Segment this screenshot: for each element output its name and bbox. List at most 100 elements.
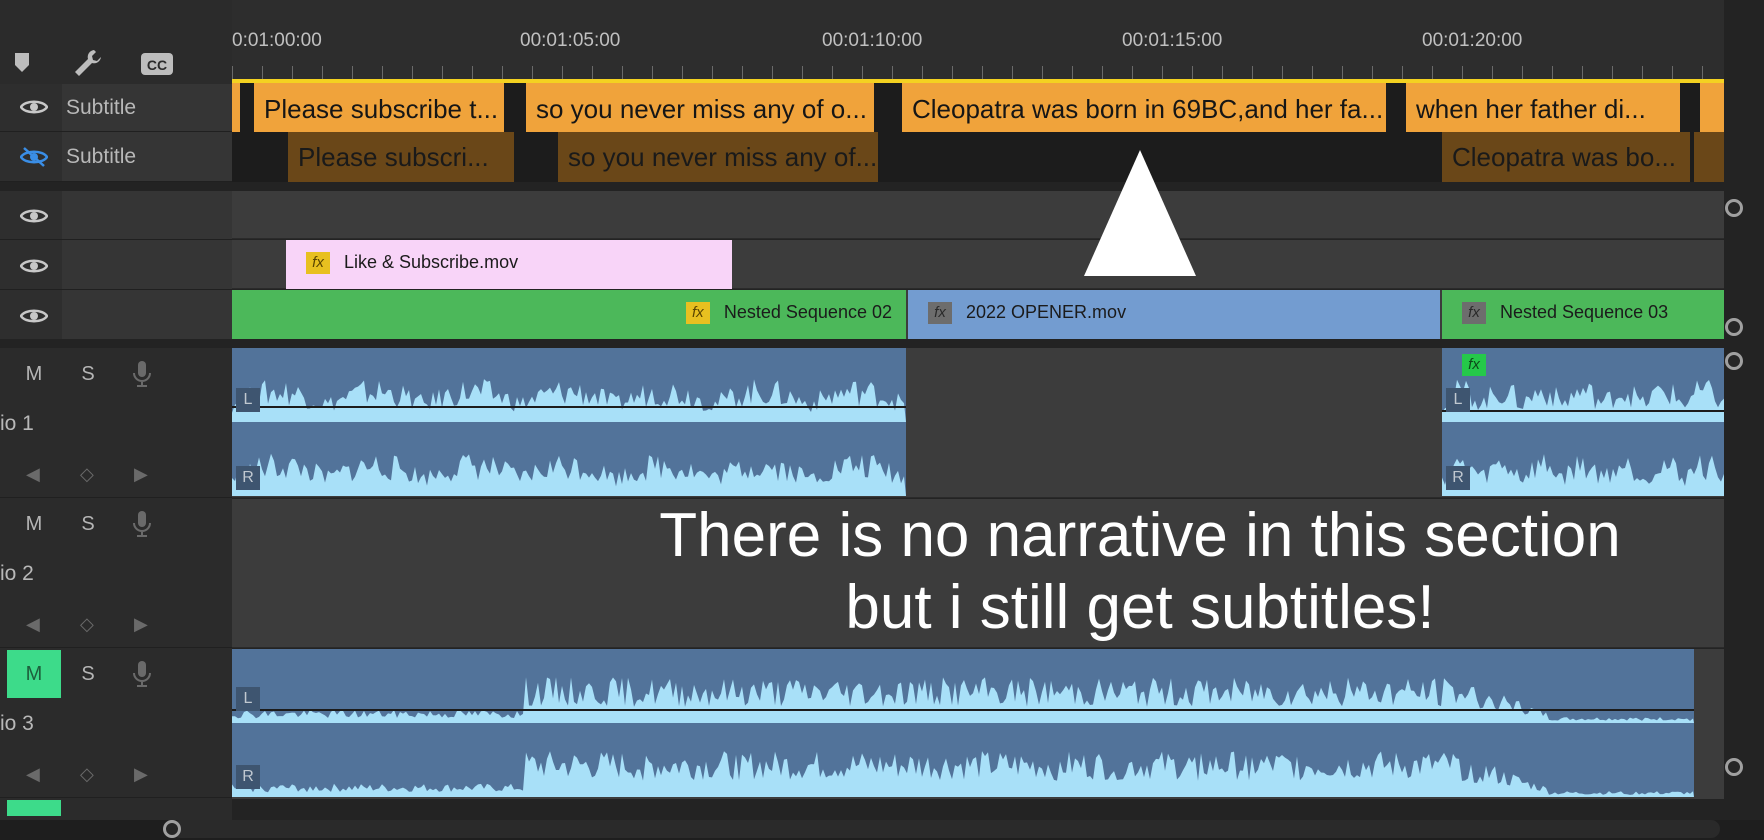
fx-badge: fx — [1462, 354, 1486, 376]
next-keyframe-icon[interactable]: ▶ — [134, 464, 148, 485]
channel-right-label: R — [236, 765, 260, 789]
solo-button[interactable]: S — [74, 660, 102, 688]
channel-left-label: L — [1446, 388, 1470, 412]
clip-name: Like & Subscribe.mov — [344, 252, 519, 272]
audio-track-3-header: M S io 3 ◀ ◇ ▶ — [0, 648, 232, 798]
fx-badge: fx — [306, 252, 330, 275]
ruler-timecode: 00:01:10:00 — [822, 30, 923, 51]
ruler-timecode: 00:01:20:00 — [1422, 30, 1523, 51]
marker-icon[interactable] — [14, 52, 30, 74]
video-track-2: fx Like & Subscribe.mov — [232, 240, 1724, 289]
caption-clip[interactable]: so you never miss any of... — [558, 132, 878, 182]
overlay-line-2: but i still get subtitles! — [845, 573, 1435, 642]
add-keyframe-icon[interactable]: ◇ — [80, 764, 94, 785]
eye-icon[interactable] — [19, 307, 49, 325]
mute-button-active[interactable]: M — [7, 650, 61, 698]
caption-clip[interactable]: when her father di... — [1406, 83, 1680, 132]
audio-track-3-name: io 3 — [0, 712, 34, 735]
clip-name: Nested Sequence 03 — [1500, 302, 1669, 322]
fx-badge: fx — [928, 302, 952, 325]
video-clip-like-subscribe[interactable]: fx Like & Subscribe.mov — [286, 240, 732, 289]
mute-button[interactable]: M — [20, 510, 48, 538]
horizontal-scrollbar[interactable] — [0, 820, 1764, 840]
solo-button[interactable]: S — [74, 510, 102, 538]
vertical-scroll-knob[interactable] — [1725, 199, 1743, 217]
vertical-scroll-knob[interactable] — [1725, 352, 1743, 370]
wrench-icon[interactable] — [72, 48, 104, 78]
microphone-icon[interactable] — [132, 660, 152, 688]
previous-keyframe-icon[interactable]: ◀ — [26, 614, 40, 635]
closed-caption-icon[interactable]: CC — [140, 52, 174, 76]
fx-badge: fx — [685, 302, 710, 325]
mute-button[interactable]: M — [20, 360, 48, 388]
time-ruler[interactable]: 0:01:00:00 00:01:05:00 00:01:10:00 00:01… — [232, 0, 1724, 80]
waveform-left — [232, 677, 1694, 723]
caption-clip[interactable]: Cleopatra was born in 69BC,and her fa... — [902, 83, 1386, 132]
vertical-scroll-knob[interactable] — [1725, 758, 1743, 776]
subtitle-track-1-header: Subtitle — [0, 84, 232, 132]
audio-track-4-mute-partial[interactable] — [7, 800, 61, 816]
waveform-right — [232, 453, 906, 496]
solo-button[interactable]: S — [74, 360, 102, 388]
caption-clip[interactable]: Cleopatra was bo... — [1442, 132, 1690, 182]
waveform-right — [232, 751, 1694, 797]
ruler-timecode: 00:01:15:00 — [1122, 30, 1223, 51]
audio-clip[interactable]: L R — [232, 649, 1694, 797]
add-keyframe-icon[interactable]: ◇ — [80, 614, 94, 635]
eye-hidden-icon[interactable] — [19, 147, 49, 167]
channel-right-label: R — [236, 466, 260, 490]
video-clip-nested-sequence-02[interactable]: fx Nested Sequence 02 — [232, 290, 906, 339]
caption-clip[interactable] — [1694, 132, 1724, 182]
eye-icon[interactable] — [19, 207, 49, 225]
subtitle-track-2: Please subscri... so you never miss any … — [232, 132, 1724, 182]
audio-clip[interactable]: L R — [232, 348, 906, 496]
next-keyframe-icon[interactable]: ▶ — [134, 764, 148, 785]
caption-clip[interactable] — [232, 83, 240, 132]
add-keyframe-icon[interactable]: ◇ — [80, 464, 94, 485]
ruler-timecode: 00:01:05:00 — [520, 30, 621, 51]
video-clip-2022-opener[interactable]: fx 2022 OPENER.mov — [908, 290, 1440, 339]
channel-right-label: R — [1446, 466, 1470, 490]
audio-track-2-name: io 2 — [0, 562, 34, 585]
microphone-icon[interactable] — [132, 510, 152, 538]
video-track-1-header — [0, 290, 232, 340]
audio-track-1: L R fx L R — [232, 348, 1724, 498]
eye-icon[interactable] — [19, 98, 49, 116]
caption-clip[interactable]: Please subscribe t... — [254, 83, 504, 132]
microphone-icon[interactable] — [132, 360, 152, 388]
waveform-right — [1442, 454, 1724, 496]
pointer-arrow-icon — [1084, 150, 1196, 276]
video-track-2-header — [0, 240, 232, 290]
clip-name: Nested Sequence 02 — [723, 302, 892, 322]
caption-clip[interactable]: so you never miss any of o... — [526, 83, 874, 132]
overlay-line-1: There is no narrative in this section — [659, 501, 1621, 570]
track-separator — [0, 182, 1764, 191]
subtitle-track-1-label: Subtitle — [66, 96, 137, 119]
fx-badge: fx — [1462, 302, 1486, 325]
audio-track-2-header: M S io 2 ◀ ◇ ▶ — [0, 498, 232, 648]
track-separator — [0, 339, 1764, 348]
audio-track-3: L R — [232, 649, 1724, 799]
audio-track-1-header: M S io 1 ◀ ◇ ▶ — [0, 348, 232, 498]
ruler-ticks — [232, 66, 1724, 80]
channel-left-label: L — [236, 687, 260, 711]
video-clip-nested-sequence-03[interactable]: fx Nested Sequence 03 — [1442, 290, 1724, 339]
previous-keyframe-icon[interactable]: ◀ — [26, 764, 40, 785]
waveform-left — [232, 379, 906, 422]
audio-track-1-name: io 1 — [0, 412, 34, 435]
caption-clip[interactable]: Please subscri... — [288, 132, 514, 182]
audio-clip[interactable]: fx L R — [1442, 348, 1724, 496]
video-track-3-header — [0, 191, 232, 240]
horizontal-scroll-knob[interactable] — [163, 820, 181, 838]
previous-keyframe-icon[interactable]: ◀ — [26, 464, 40, 485]
subtitle-track-2-header: Subtitle — [0, 132, 232, 182]
subtitle-track-1: Please subscribe t... so you never miss … — [232, 83, 1724, 132]
subtitle-track-2-label: Subtitle — [66, 145, 137, 168]
eye-icon[interactable] — [19, 257, 49, 275]
caption-clip[interactable] — [1700, 83, 1724, 132]
svg-text:CC: CC — [147, 57, 167, 73]
next-keyframe-icon[interactable]: ▶ — [134, 614, 148, 635]
vertical-scroll-knob[interactable] — [1725, 318, 1743, 336]
overlay-annotation: There is no narrative in this section bu… — [520, 500, 1760, 644]
clip-name: 2022 OPENER.mov — [966, 302, 1127, 322]
